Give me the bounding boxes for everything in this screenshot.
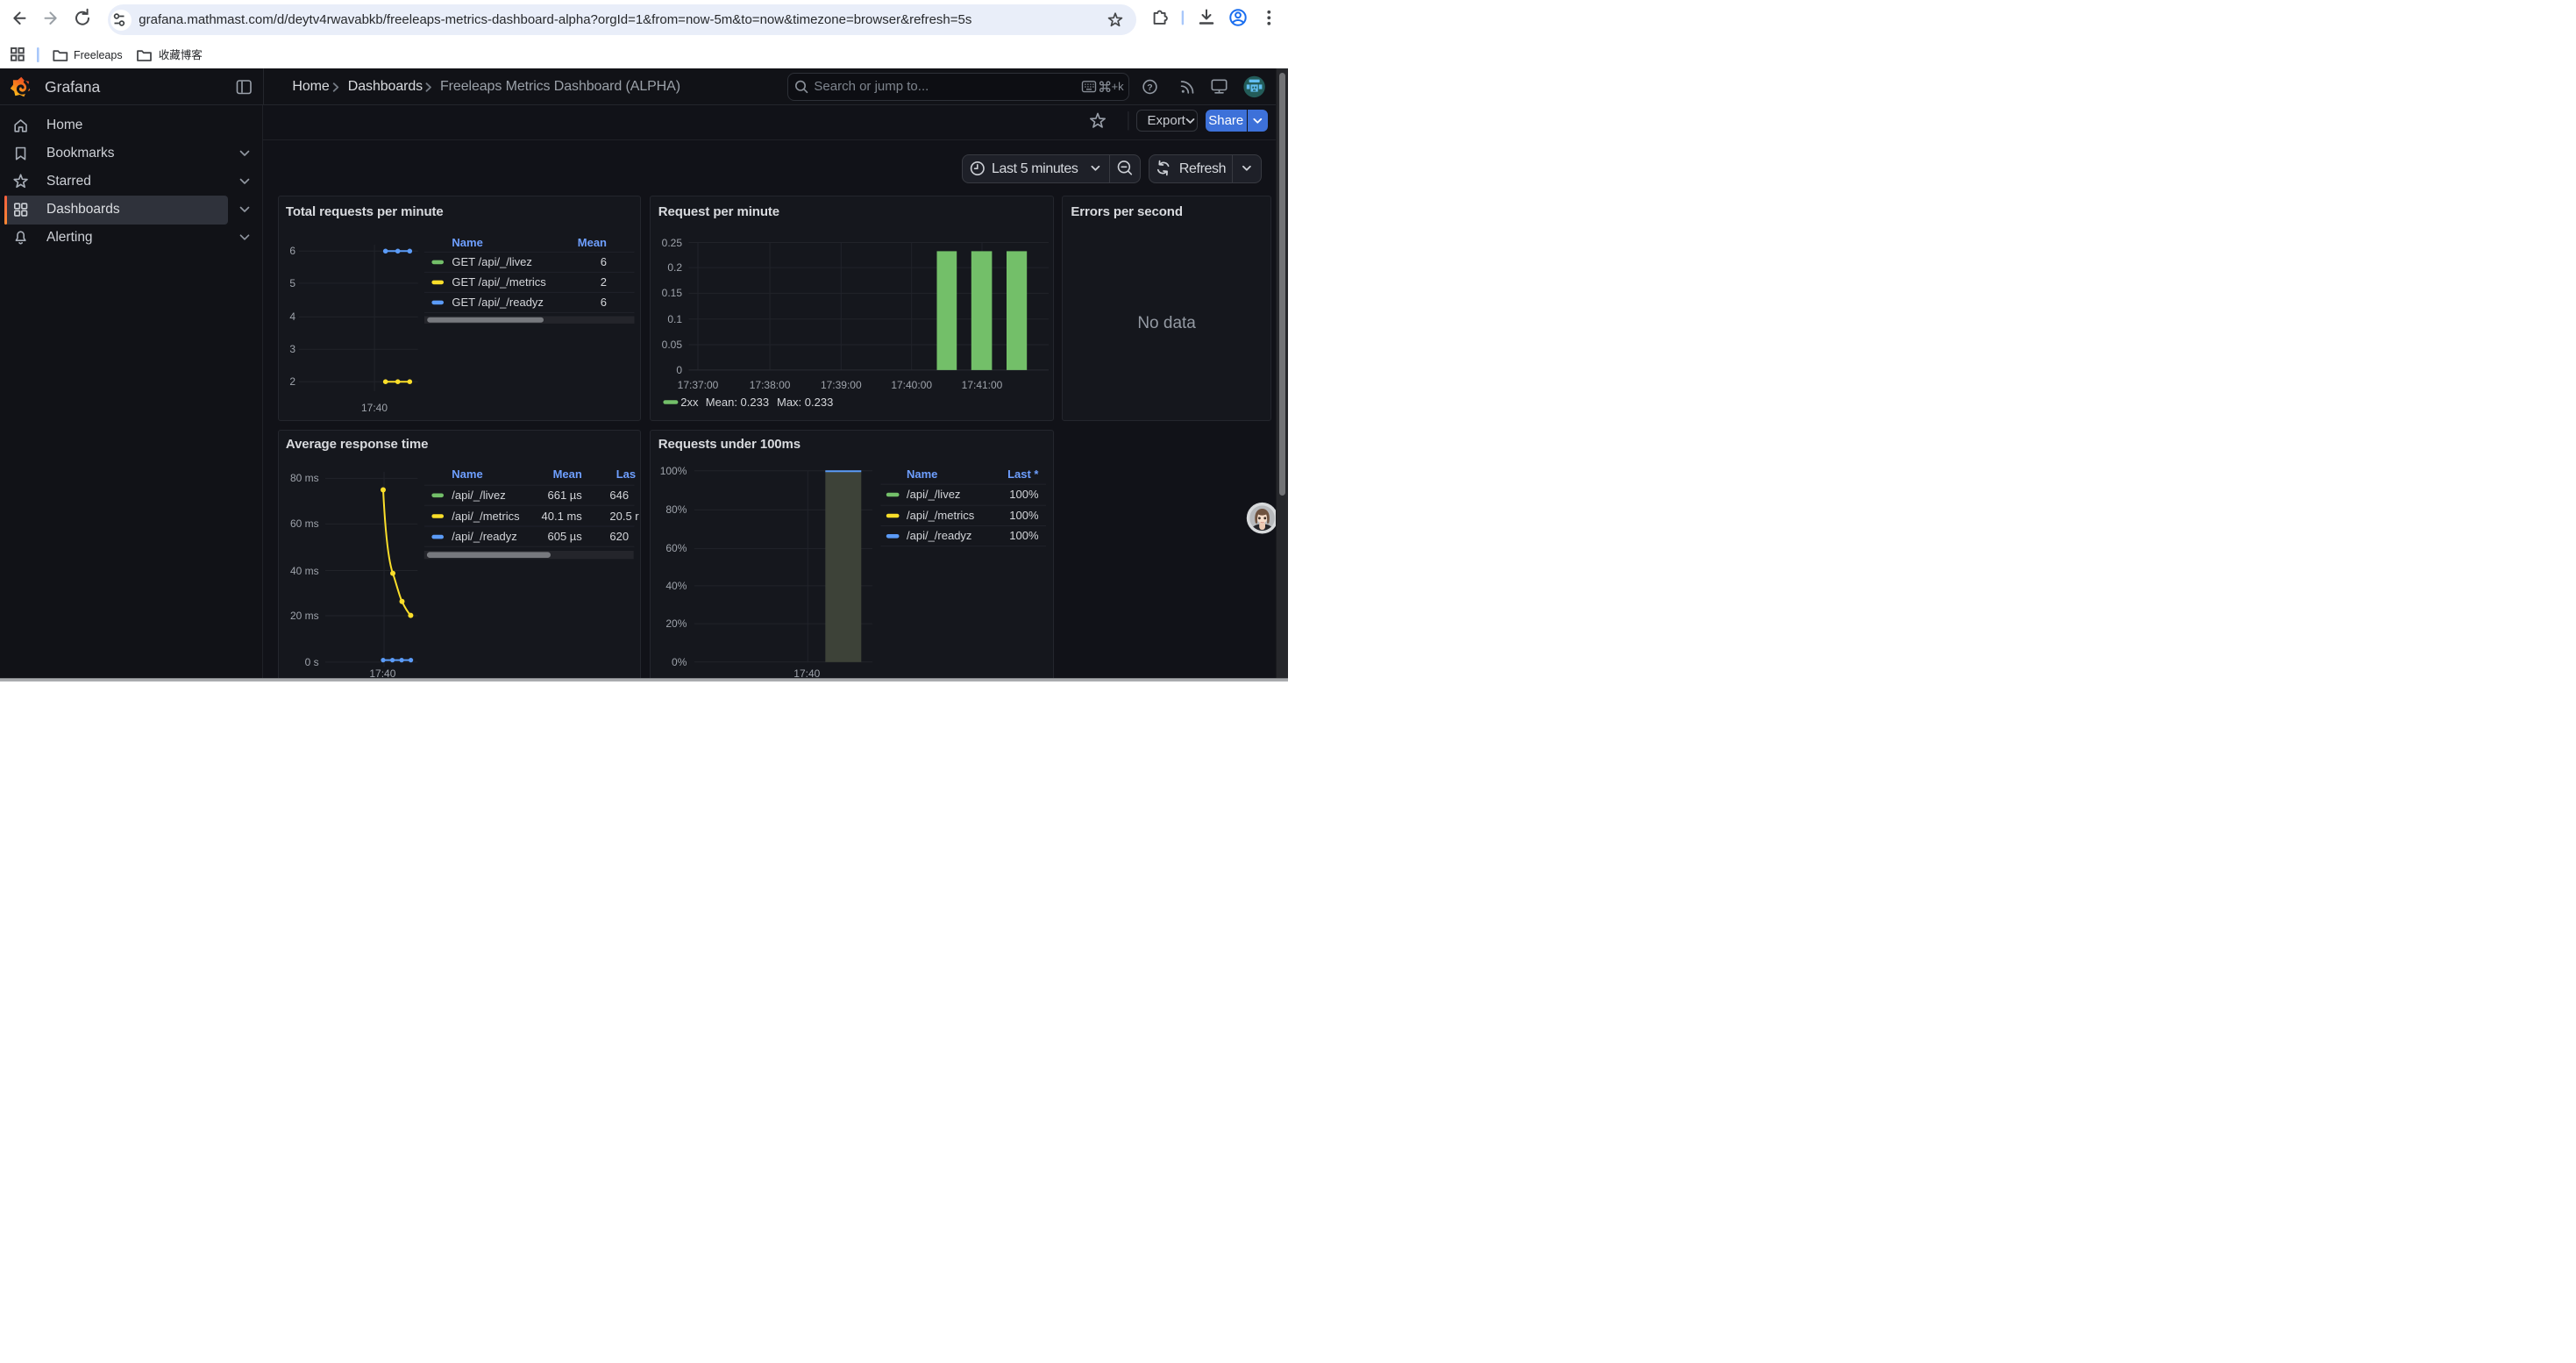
svg-text:?: ? [1147, 82, 1152, 93]
